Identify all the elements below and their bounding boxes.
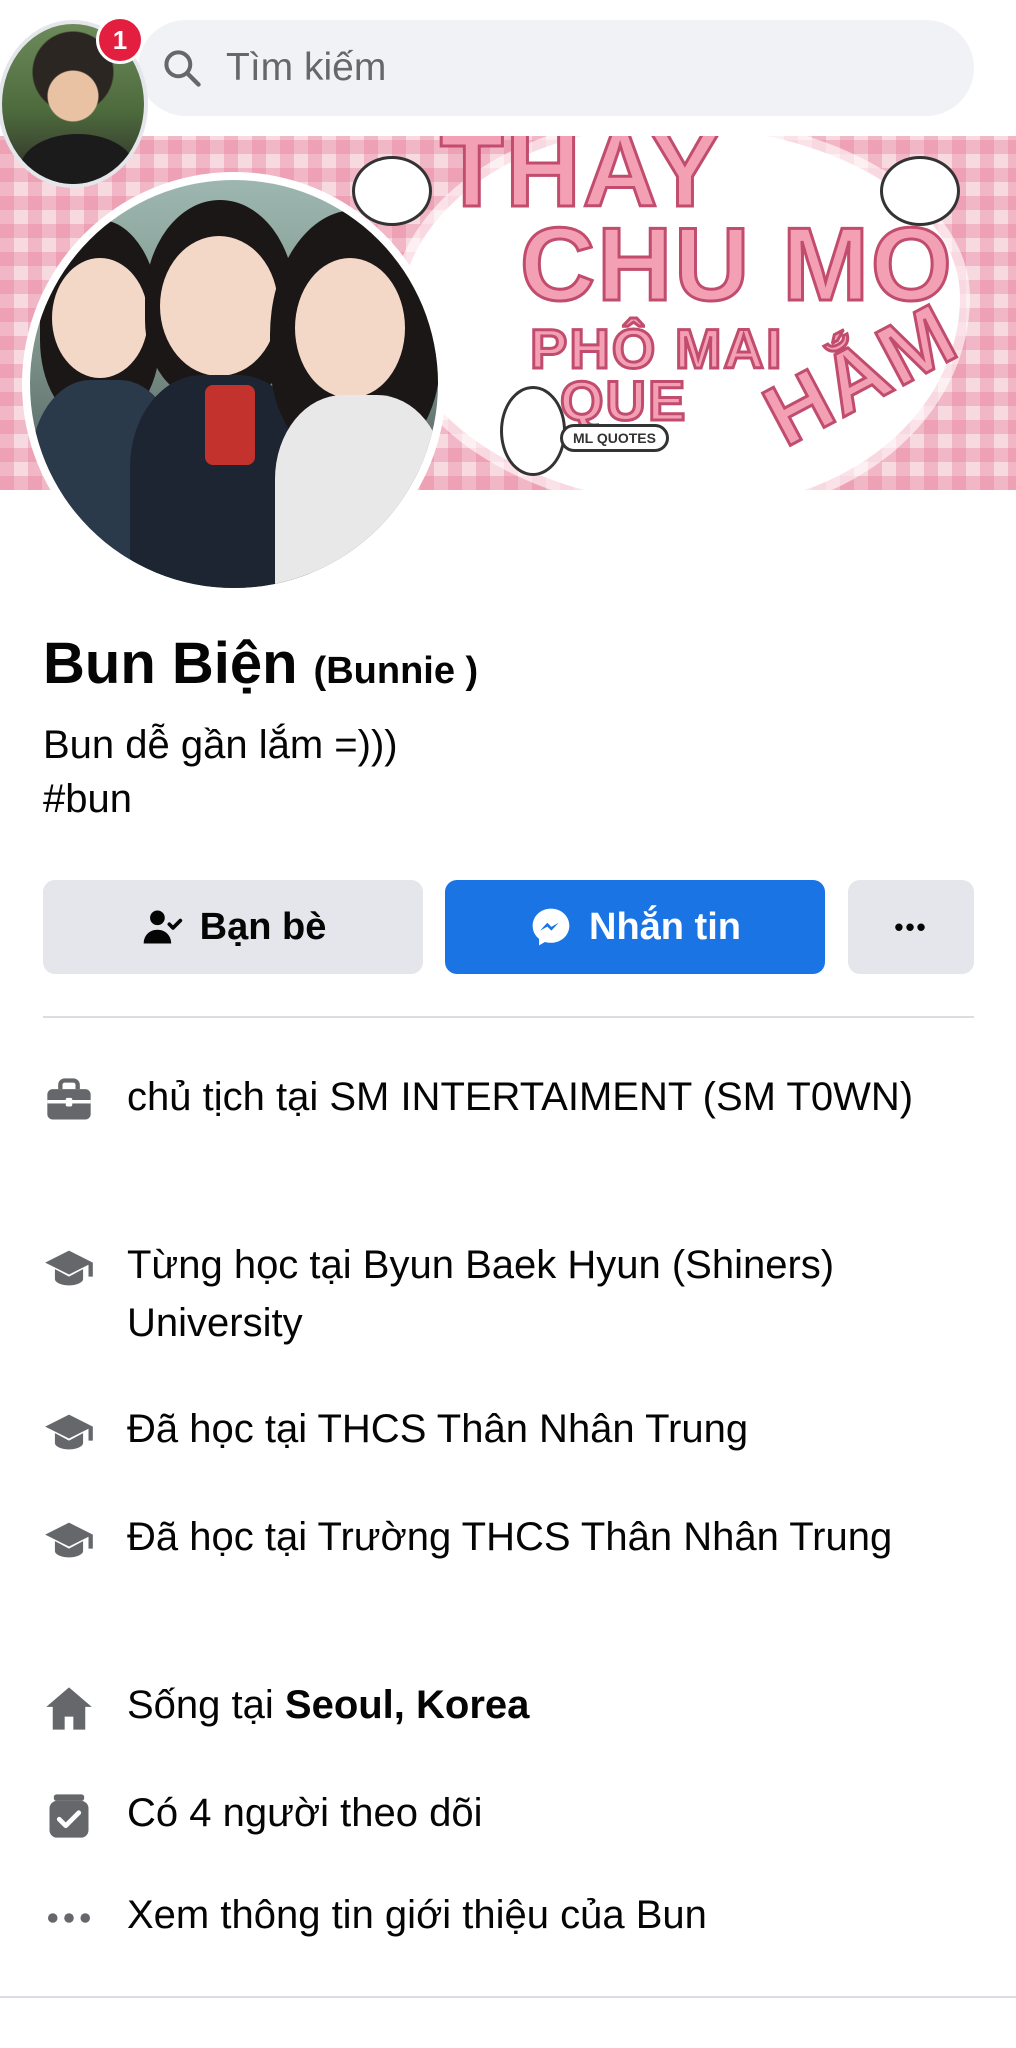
profile-bio: Bun dễ gần lắm =))) #bun [43,718,398,826]
more-icon: ••• [894,911,928,942]
lives-prefix: Sống tại [127,1683,285,1727]
followers-text: Có 4 người theo dõi [127,1791,483,1835]
notification-badge: 1 [96,16,144,64]
search-icon [164,50,201,87]
profile-photo[interactable] [22,172,446,596]
profile-page: Tìm kiếm 1 THAY CHU MO PHÔ MAI QUE HẮM M… [0,0,1016,2048]
intro-see-more[interactable]: Xem thông tin giới thiệu của Bun [43,1886,947,1944]
search-bar[interactable]: Tìm kiếm [138,20,974,116]
home-icon [46,1687,92,1730]
bio-line: Bun dễ gần lắm =))) [43,723,398,767]
friends-button[interactable]: Bạn bè [43,880,423,974]
friends-label: Bạn bè [199,905,327,948]
intro-lives[interactable]: Sống tại Seoul, Korea [43,1676,947,1734]
friends-icon [143,910,182,944]
cover-tag: ML QUOTES [560,424,669,452]
avatar-shoulders [20,134,135,184]
message-button[interactable]: Nhắn tin [445,880,825,974]
more-button[interactable]: ••• [848,880,974,974]
see-more-text: Xem thông tin giới thiệu của Bun [127,1893,707,1937]
intro-education[interactable]: Đã học tại THCS Thân Nhân Trung [43,1400,947,1458]
top-bar: Tìm kiếm [0,0,1016,136]
bunny-sticker [500,386,566,476]
profile-photo-image [30,180,438,588]
lives-place[interactable]: Seoul, Korea [285,1683,530,1727]
intro-work[interactable]: chủ tịch tại SM INTERTAIMENT (SM T0WN) [43,1068,947,1126]
intro-education[interactable]: Từng học tại Byun Baek Hyun (Shiners) Un… [43,1236,947,1352]
dots-icon [47,1913,91,1923]
intro-education[interactable]: Đã học tại Trường THCS Thân Nhân Trung [43,1508,947,1566]
education-text: Đã học tại Trường THCS Thân Nhân Trung [127,1515,893,1559]
education-text: Từng học tại Byun Baek Hyun (Shiners) Un… [127,1243,835,1345]
messenger-icon [532,908,570,946]
profile-nickname: (Bunnie ) [313,650,479,692]
graduation-cap-icon [45,1522,93,1558]
divider [0,1996,1016,1998]
lives-text: Sống tại Seoul, Korea [127,1676,947,1734]
graduation-cap-icon [45,1250,93,1286]
bio-hashtag[interactable]: #bun [43,772,398,826]
intro-followers[interactable]: Có 4 người theo dõi [43,1784,947,1842]
followers-icon [49,1794,89,1838]
graduation-cap-icon [45,1414,93,1450]
profile-name-row: Bun Biện (Bunnie ) [43,630,478,697]
profile-name: Bun Biện [43,631,298,696]
briefcase-icon [47,1078,91,1120]
education-text: Đã học tại THCS Thân Nhân Trung [127,1407,749,1451]
work-text: chủ tịch tại SM INTERTAIMENT (SM T0WN) [127,1075,914,1119]
divider [43,1016,974,1018]
search-placeholder: Tìm kiếm [226,46,387,89]
message-label: Nhắn tin [589,905,741,948]
